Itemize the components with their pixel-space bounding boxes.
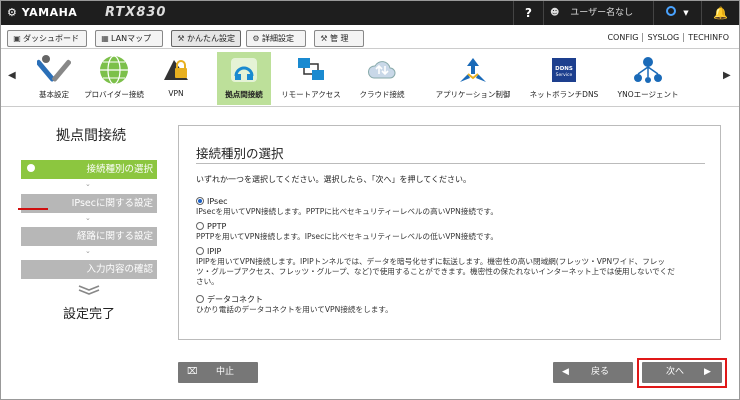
network-nodes-icon — [634, 57, 662, 83]
tool-provider-connection[interactable]: プロバイダー接続 — [81, 52, 147, 105]
back-button[interactable]: ◀ 戻る — [553, 362, 633, 383]
nav-dashboard[interactable]: ▣ ダッシュボード — [7, 30, 87, 47]
main-nav: ▣ ダッシュボード ▦ LANマップ ⚒ かんたん設定 ⚙ 詳細設定 ⚒ 管 理 CONF… — [1, 27, 739, 49]
config-link[interactable]: CONFIG — [603, 33, 642, 42]
step-ipsec-settings: IPsecに関する設定 — [21, 194, 157, 213]
radio-ipip[interactable] — [196, 247, 204, 255]
tool-application-control[interactable]: アプリケーション制御 — [429, 52, 517, 105]
option-data-connect[interactable]: データコネクト ひかり電話のデータコネクトを用いてVPN接続をします。 — [196, 295, 711, 315]
tool-site-to-site[interactable]: 拠点間接続 — [217, 52, 271, 105]
chevron-down-icon: ▼ — [683, 9, 689, 17]
option-pptp[interactable]: PPTP PPTPを用いてVPN接続します。IPsecに比べセキュリティーレベル… — [196, 222, 711, 242]
radio-ipsec[interactable] — [196, 197, 204, 205]
function-toolbar: ◀ 基本設定 プロバイダー接続 VPN 拠点間接続 リモートアクセス クラウド接… — [1, 50, 739, 107]
selected-option-underline — [18, 208, 48, 210]
radio-data-connect[interactable] — [196, 295, 204, 303]
svg-text:Service: Service — [556, 72, 573, 78]
step-confirm-input: 入力内容の確認 — [21, 260, 157, 279]
option-ipsec[interactable]: IPsec IPsecを用いてVPN接続します。PPTPに比べセキュリティーレベ… — [196, 197, 711, 217]
radio-pptp[interactable] — [196, 222, 204, 230]
scroll-right-icon[interactable]: ▶ — [723, 70, 731, 81]
vpn-lock-icon — [164, 60, 188, 80]
syslog-link[interactable]: SYSLOG — [642, 33, 684, 42]
help-button[interactable]: ? — [513, 1, 543, 25]
option-ipip[interactable]: IPIP IPIPを用いてVPN接続します。IPIPトンネルでは、データを暗号化… — [196, 247, 711, 287]
current-step-dot-icon — [27, 164, 35, 172]
wrench-icon: ⚒ — [177, 34, 185, 43]
site-connection-icon — [231, 58, 257, 82]
panel-title: 接続種別の選択 — [196, 146, 284, 161]
wrench-icon: ⚒ — [320, 34, 328, 43]
chevron-down-icon: ⌄ — [85, 214, 91, 222]
tool-basic-settings[interactable]: 基本設定 — [29, 52, 79, 105]
top-bar: ⚙ YAMAHA RTX830 ? ☻ ユーザー名なし ▼ 🔔 — [1, 1, 739, 25]
tool-netvolante-dns[interactable]: DDNS Service ネットボランチDNS — [525, 52, 603, 105]
nav-lan-map[interactable]: ▦ LANマップ — [95, 30, 163, 47]
divider — [196, 163, 705, 164]
chevron-down-icon: ⌄ — [85, 180, 91, 188]
tools-icon — [37, 55, 71, 82]
double-chevron-down-icon — [78, 285, 100, 295]
scroll-left-icon[interactable]: ◀ — [8, 70, 16, 81]
tool-cloud-connection[interactable]: クラウド接続 — [353, 52, 411, 105]
ddns-service-icon: DDNS Service — [552, 58, 576, 82]
chevron-down-icon: ⌄ — [85, 247, 91, 255]
globe-icon — [100, 55, 128, 85]
svg-text:DDNS: DDNS — [555, 66, 573, 72]
status-menu[interactable]: ▼ — [653, 1, 701, 25]
wizard-title: 拠点間接続 — [56, 128, 126, 144]
model-name: RTX830 — [105, 5, 167, 20]
close-box-icon: ⌧ — [187, 367, 198, 377]
connection-type-panel: 接続種別の選択 いずれか一つを選択してください。選択したら、「次へ」を押してくだ… — [178, 125, 721, 340]
ring-indicator-icon — [666, 6, 677, 16]
cancel-button[interactable]: ⌧ 中止 — [178, 362, 258, 383]
utility-links: CONFIG SYSLOG TECHINFO — [603, 33, 733, 42]
step-route-settings: 経路に関する設定 — [21, 227, 157, 246]
step-connection-type: 接続種別の選択 — [21, 160, 157, 179]
gear-icon: ⚙ — [252, 34, 260, 43]
lan-map-icon: ▦ — [101, 34, 109, 43]
bell-icon[interactable]: 🔔 — [701, 1, 739, 25]
step-complete: 設定完了 — [62, 307, 115, 322]
next-button-highlight — [637, 358, 727, 388]
instruction-text: いずれか一つを選択してください。選択したら、「次へ」を押してください。 — [196, 175, 472, 184]
remote-access-icon — [298, 58, 324, 80]
tool-vpn[interactable]: VPN — [153, 52, 199, 105]
tool-yno-agent[interactable]: YNOエージェント — [611, 52, 685, 105]
tuning-fork-logo-icon: ⚙ — [7, 6, 18, 19]
cloud-icon — [368, 61, 396, 79]
arrow-left-icon: ◀ — [562, 367, 569, 377]
tool-remote-access[interactable]: リモートアクセス — [275, 52, 347, 105]
user-menu[interactable]: ☻ ユーザー名なし — [543, 1, 653, 25]
yamaha-logo: ⚙ YAMAHA — [7, 6, 78, 19]
application-control-icon — [460, 58, 486, 82]
techinfo-link[interactable]: TECHINFO — [683, 33, 733, 42]
nav-detail-settings[interactable]: ⚙ 詳細設定 — [246, 30, 306, 47]
nav-easy-setup[interactable]: ⚒ かんたん設定 — [171, 30, 241, 47]
user-icon: ☻ — [550, 8, 560, 18]
nav-management[interactable]: ⚒ 管 理 — [314, 30, 364, 47]
dashboard-icon: ▣ — [13, 34, 21, 43]
